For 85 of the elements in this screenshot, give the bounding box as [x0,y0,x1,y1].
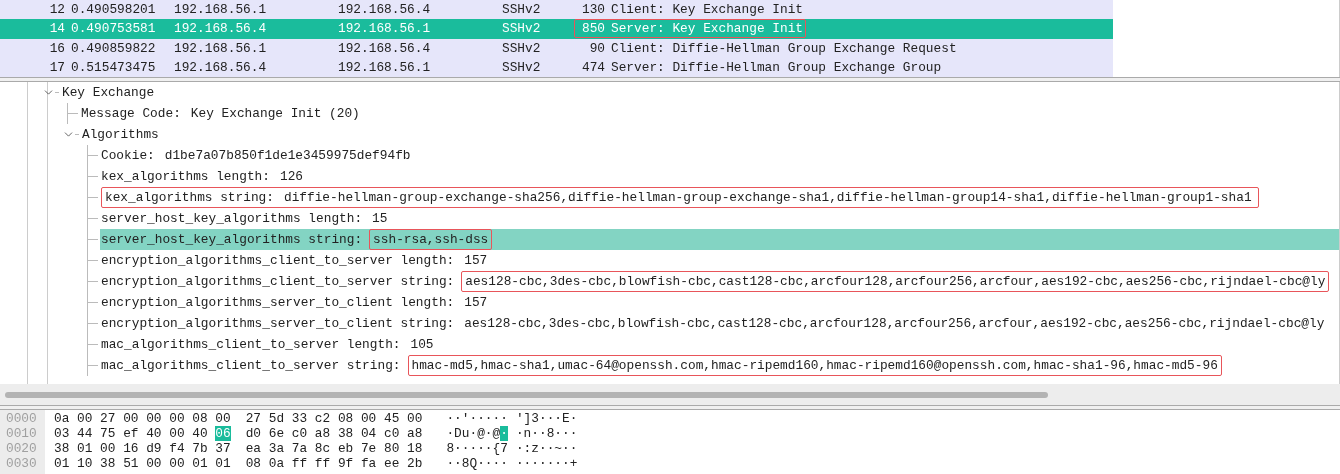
packet-number: 14 [48,20,65,39]
packet-protocol: SSHv2 [502,58,542,77]
field-value: aes128-cbc,3des-cbc,blowfish-cbc,cast128-cbc,arcfour128,arcfour256,arcfour,aes192-cbc,aes256-cbc,rijndael-cbc@ly [461,270,1330,293]
field-value: 157 [463,293,489,312]
byte-offset: 0010 [5,426,38,441]
tree-item[interactable]: mac_algorithms_client_to_server length: 105 [100,334,1339,355]
hex-bytes: 03 44 75 ef 40 00 40 06 d0 6e c0 a8 38 04 c0 a8 [54,426,423,441]
packet-number: 16 [48,39,65,58]
packet-protocol: SSHv2 [502,20,542,39]
field-label: encryption_algorithms_server_to_client string: [101,314,455,333]
field-label: encryption_algorithms_client_to_server length: [101,251,455,270]
packet-info: Server: Key Exchange Init [611,20,803,39]
tree-item[interactable]: encryption_algorithms_server_to_client length: 157 [100,292,1339,313]
field-label: Key Exchange [62,83,155,102]
tree-item[interactable]: Algorithms [81,124,1339,145]
field-label: Algorithms [82,125,159,144]
scrollbar-thumb[interactable] [5,391,1048,398]
field-label: mac_algorithms_client_to_server length: [101,335,401,354]
ascii-text: ·Du·@·@· ·n··8··· [446,426,578,441]
packet-number: 17 [48,58,65,77]
byte-offset: 0020 [5,441,38,456]
packet-destination: 192.168.56.1 [338,58,432,77]
field-label: server_host_key_algorithms length: [101,209,363,228]
ascii-text: ··'····· ']3···E· [446,411,578,426]
packet-protocol: SSHv2 [502,1,542,20]
field-value: Key Exchange Init (20) [189,104,361,123]
packet-source: 192.168.56.4 [174,58,268,77]
tree-item[interactable]: encryption_algorithms_client_to_server length: 157 [100,250,1339,271]
tree-item[interactable]: encryption_algorithms_server_to_client string: aes128-cbc,3des-cbc,blowfish-cbc,cast128-cbc,arcfour128,arcfour256,arcfour,aes192-cbc,aes256-cbc,rijndael-cbc@ly [100,313,1339,334]
packet-number: 12 [48,1,65,20]
field-value: 105 [409,335,435,354]
hex-bytes: 38 01 00 16 d9 f4 7b 37 ea 3a 7a 8c eb 7e 80 18 [54,441,423,456]
byte-offset: 0000 [5,411,38,426]
hex-bytes: 01 10 38 51 00 00 01 01 08 0a ff ff 9f fa ee 2b [54,456,423,471]
field-label: Message Code: [81,104,181,123]
packet-row[interactable]: 16 0.490859822 192.168.56.1 192.168.56.4 SSHv2 90 Client: Diffie-Hellman Group Exchange Request [0,38,1113,58]
byte-offset: 0030 [5,456,38,471]
field-label: Cookie: [101,146,155,165]
tree-item[interactable]: mac_algorithms_client_to_server string: hmac-md5,hmac-sha1,umac-64@openssh.com,hmac-ripemd160,hmac-ripemd160@openssh.com,hmac-sha1-96,hmac-md5-96 [100,355,1339,376]
packet-destination: 192.168.56.1 [338,20,432,39]
packet-destination: 192.168.56.4 [338,1,432,20]
packet-length: 474 [580,58,605,77]
hex-bytes: 0a 00 27 00 00 00 08 00 27 5d 33 c2 08 00 45 00 [54,411,423,426]
tree-item[interactable]: encryption_algorithms_client_to_server string: aes128-cbc,3des-cbc,blowfish-cbc,cast128-cbc,arcfour128,arcfour256,arcfour,aes192-cbc,aes256-cbc,rijndael-cbc@ly [100,271,1339,292]
ascii-text: 8·····{7 ·:z··~·· [446,441,578,456]
packet-length: 850 [580,20,605,39]
field-value: 157 [463,251,489,270]
field-value: 15 [371,209,389,228]
ascii-text: ··8Q···· ·······+ [446,456,578,471]
packet-time: 0.515473475 [71,58,157,77]
field-label: kex_algorithms string: [105,188,274,207]
packet-time: 0.490859822 [71,39,157,58]
packet-time: 0.490598201 [71,1,157,20]
packet-protocol: SSHv2 [502,39,542,58]
field-label: encryption_algorithms_server_to_client length: [101,293,455,312]
field-value: ssh-rsa,ssh-dss [369,228,493,251]
tree-item[interactable]: kex_algorithms string: diffie-hellman-group-exchange-sha256,diffie-hellman-group-exchange-sha1,diffie-hellman-group14-sha1,diffie-hellman-group1-sha1 [100,187,1339,208]
packet-source: 192.168.56.1 [174,1,268,20]
packet-source: 192.168.56.1 [174,39,268,58]
packet-time: 0.490753581 [71,20,157,39]
packet-row[interactable]: 12 0.490598201 192.168.56.1 192.168.56.4 SSHv2 130 Client: Key Exchange Init [0,0,1113,20]
field-value: d1be7a07b850f1de1e3459975def94fb [163,146,412,165]
field-value: hmac-md5,hmac-sha1,umac-64@openssh.com,hmac-ripemd160,hmac-ripemd160@openssh.com,hmac-sha1-96,hmac-md5-96 [407,354,1222,377]
field-label: kex_algorithms length: [101,167,270,186]
packet-destination: 192.168.56.4 [338,39,432,58]
tree-item[interactable]: server_host_key_algorithms string: ssh-rsa,ssh-dss [100,229,1339,250]
field-label: mac_algorithms_client_to_server string: [101,356,401,375]
packet-info: Client: Diffie-Hellman Group Exchange Request [611,39,957,58]
packet-source: 192.168.56.4 [174,20,268,39]
field-value: 126 [278,167,304,186]
field-value: diffie-hellman-group-exchange-sha256,diffie-hellman-group-exchange-sha1,diffie-hellman-group14-sha1,diffie-hellman-group1-sha1 [282,188,1253,207]
tree-item[interactable]: kex_algorithms length: 126 [100,166,1339,187]
field-value: aes128-cbc,3des-cbc,blowfish-cbc,cast128-cbc,arcfour128,arcfour256,arcfour,aes192-cbc,aes256-cbc,rijndael-cbc@ly [463,314,1326,333]
horizontal-scrollbar[interactable] [0,384,1340,405]
field-label: server_host_key_algorithms string: [101,230,363,249]
packet-length: 130 [580,1,605,20]
packet-row[interactable]: 17 0.515473475 192.168.56.4 192.168.56.1 SSHv2 474 Server: Diffie-Hellman Group Exchange Group [0,57,1113,77]
tree-item[interactable]: Key Exchange [61,82,1339,103]
field-label: encryption_algorithms_client_to_server string: [101,272,455,291]
tree-item[interactable]: server_host_key_algorithms length: 15 [100,208,1339,229]
tree-item[interactable]: Message Code: Key Exchange Init (20) [80,103,1339,124]
packet-length: 90 [588,39,605,58]
packet-info: Client: Key Exchange Init [611,1,803,20]
packet-info: Server: Diffie-Hellman Group Exchange Group [611,58,942,77]
tree-item[interactable]: Cookie: d1be7a07b850f1de1e3459975def94fb [100,145,1339,166]
